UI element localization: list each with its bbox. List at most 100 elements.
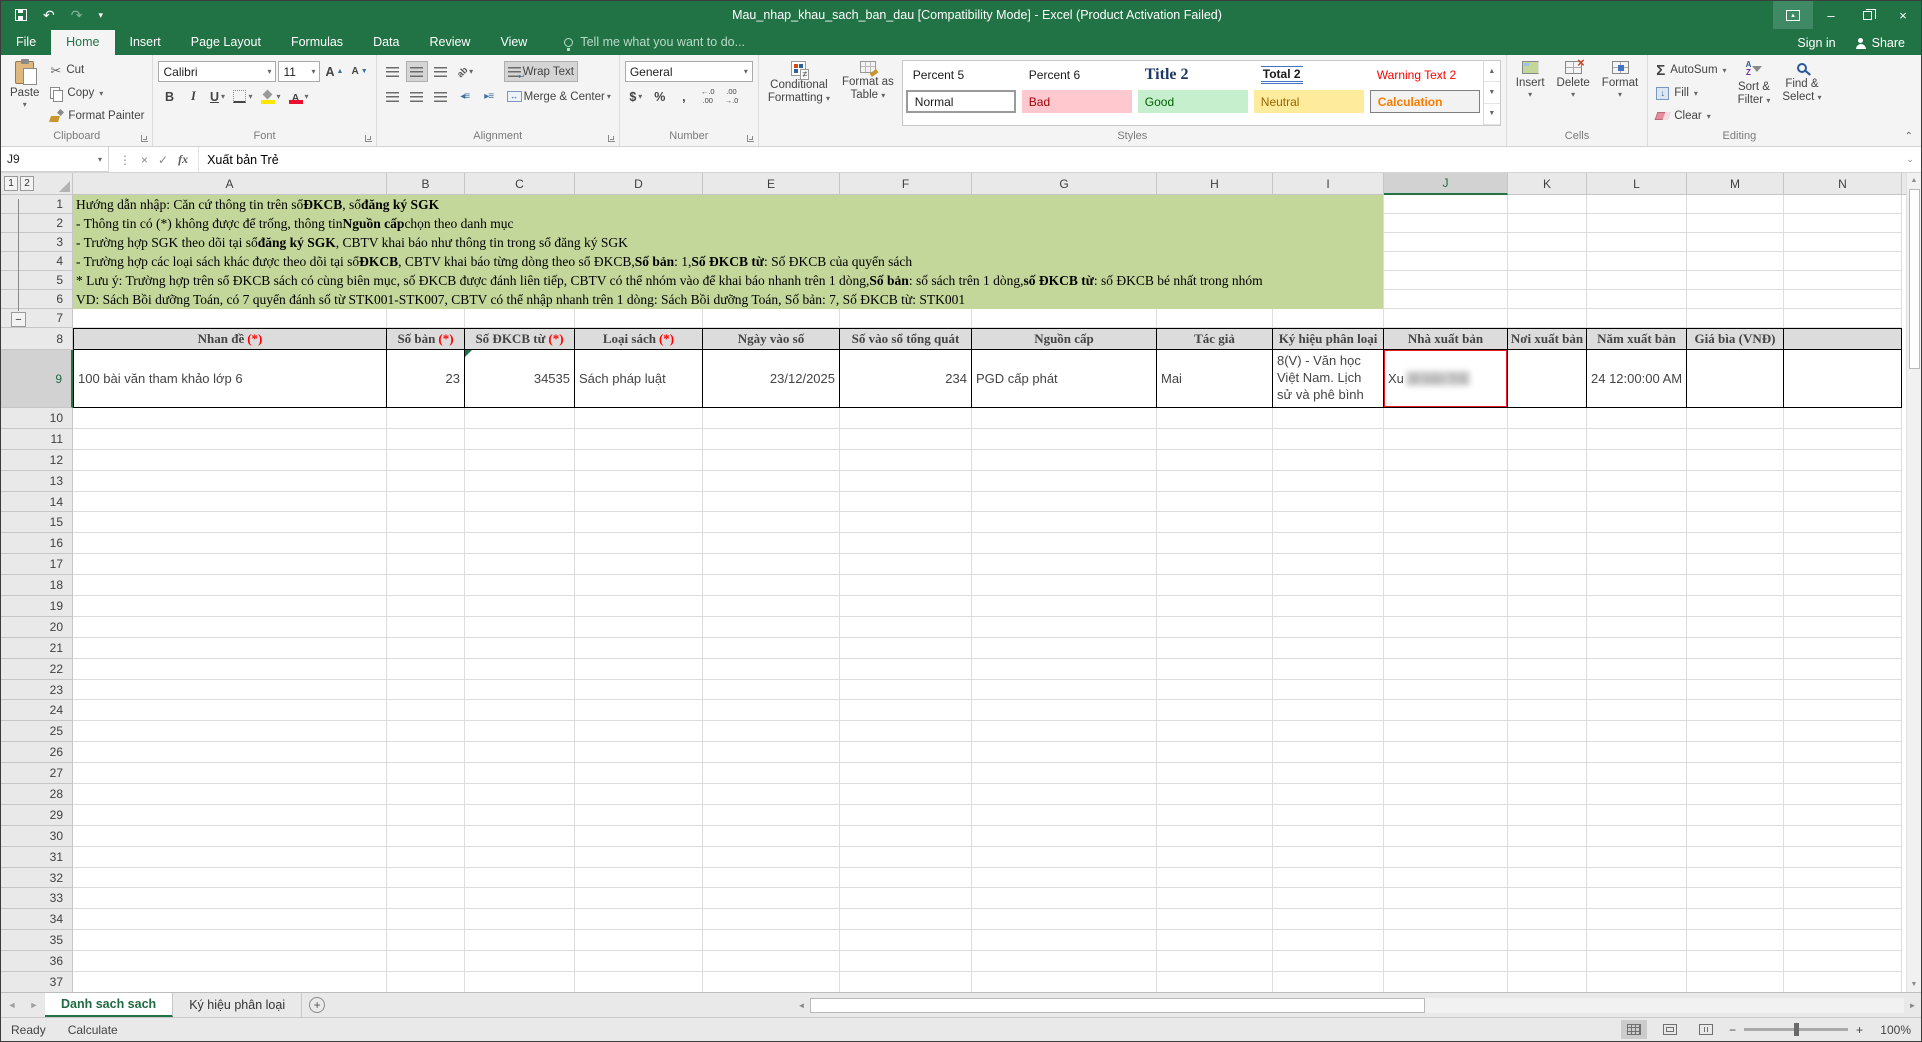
insert-function-button[interactable]: fx <box>178 152 188 167</box>
row-header-5[interactable]: 5 <box>1 271 73 290</box>
cell-L5[interactable] <box>1587 271 1687 290</box>
tab-formulas[interactable]: Formulas <box>276 30 358 55</box>
cell-I9[interactable]: 8(V) - Văn học Việt Nam. Lịch sử và phê … <box>1273 350 1384 408</box>
row-header-3[interactable]: 3 <box>1 233 73 252</box>
cell-E23[interactable] <box>703 680 840 701</box>
row-header-18[interactable]: 18 <box>1 575 73 596</box>
instruction-line-5[interactable]: * Lưu ý: Trường hợp trên sổ ĐKCB sách có… <box>73 271 1384 290</box>
cell-B37[interactable] <box>387 972 465 992</box>
style-percent-6[interactable]: Percent 6 <box>1022 63 1132 86</box>
cell-A29[interactable] <box>73 805 387 826</box>
cell-B24[interactable] <box>387 700 465 721</box>
cell-K37[interactable] <box>1508 972 1587 992</box>
cell-N4[interactable] <box>1784 252 1902 271</box>
cell-A32[interactable] <box>73 868 387 889</box>
bold-button[interactable]: B <box>158 86 180 107</box>
cell-K23[interactable] <box>1508 680 1587 701</box>
cell-M27[interactable] <box>1687 763 1784 784</box>
cell-I26[interactable] <box>1273 742 1384 763</box>
zoom-slider[interactable] <box>1744 1028 1848 1031</box>
cell-A19[interactable] <box>73 596 387 617</box>
cell-I17[interactable] <box>1273 554 1384 575</box>
cell-I19[interactable] <box>1273 596 1384 617</box>
row-header-9[interactable]: 9 <box>1 350 73 408</box>
cell-L16[interactable] <box>1587 533 1687 554</box>
cell-E30[interactable] <box>703 826 840 847</box>
cell-E24[interactable] <box>703 700 840 721</box>
cell-M20[interactable] <box>1687 617 1784 638</box>
cell-K35[interactable] <box>1508 930 1587 951</box>
cell-L22[interactable] <box>1587 659 1687 680</box>
cell-B16[interactable] <box>387 533 465 554</box>
horizontal-scroll-track[interactable] <box>1425 998 1904 1013</box>
column-header-E[interactable]: E <box>703 173 840 195</box>
cell-J16[interactable] <box>1384 533 1508 554</box>
cell-M19[interactable] <box>1687 596 1784 617</box>
decrease-indent-button[interactable]: ◂≡ <box>454 86 476 107</box>
format-painter-button[interactable]: Format Painter <box>47 106 147 126</box>
cell-B32[interactable] <box>387 868 465 889</box>
alignment-dialog-launcher[interactable] <box>608 135 615 142</box>
cell-A21[interactable] <box>73 638 387 659</box>
cell-H23[interactable] <box>1157 680 1273 701</box>
cell-L1[interactable] <box>1587 195 1687 214</box>
cell-M29[interactable] <box>1687 805 1784 826</box>
align-left-button[interactable] <box>382 86 404 107</box>
column-header-F[interactable]: F <box>840 173 972 195</box>
cell-D7[interactable] <box>575 309 703 328</box>
row-header-12[interactable]: 12 <box>1 450 73 471</box>
cell-I33[interactable] <box>1273 888 1384 909</box>
cell-G27[interactable] <box>972 763 1157 784</box>
cell-E7[interactable] <box>703 309 840 328</box>
tab-file[interactable]: File <box>1 30 51 55</box>
cell-L24[interactable] <box>1587 700 1687 721</box>
cell-J24[interactable] <box>1384 700 1508 721</box>
cell-C27[interactable] <box>465 763 575 784</box>
cell-N19[interactable] <box>1784 596 1902 617</box>
gallery-scroll-down[interactable]: ▼ <box>1484 82 1500 103</box>
cell-J32[interactable] <box>1384 868 1508 889</box>
save-icon[interactable] <box>15 9 27 21</box>
cell-J21[interactable] <box>1384 638 1508 659</box>
cell-N6[interactable] <box>1784 290 1902 309</box>
cell-B13[interactable] <box>387 471 465 492</box>
cell-K19[interactable] <box>1508 596 1587 617</box>
increase-decimal-button[interactable]: ←.0.00 <box>697 86 719 107</box>
vertical-scroll-thumb[interactable] <box>1909 189 1920 369</box>
cell-C34[interactable] <box>465 909 575 930</box>
cell-D13[interactable] <box>575 471 703 492</box>
orientation-button[interactable]: ab▾ <box>454 61 477 82</box>
wrap-text-button[interactable]: Wrap Text <box>504 61 578 82</box>
cell-D21[interactable] <box>575 638 703 659</box>
collapse-ribbon-button[interactable]: ⌃ <box>1897 131 1921 146</box>
cell-J37[interactable] <box>1384 972 1508 992</box>
cell-K13[interactable] <box>1508 471 1587 492</box>
row-header-10[interactable]: 10 <box>1 408 73 429</box>
cell-J5[interactable] <box>1384 271 1508 290</box>
cell-B35[interactable] <box>387 930 465 951</box>
align-middle-button[interactable] <box>406 61 428 82</box>
row-header-11[interactable]: 11 <box>1 429 73 450</box>
cell-A30[interactable] <box>73 826 387 847</box>
cell-I35[interactable] <box>1273 930 1384 951</box>
cell-M18[interactable] <box>1687 575 1784 596</box>
column-header-K[interactable]: K <box>1508 173 1587 195</box>
cell-J9[interactable]: Xuất bản Trẻ▾ <box>1384 350 1508 408</box>
column-header-G[interactable]: G <box>972 173 1157 195</box>
cell-C29[interactable] <box>465 805 575 826</box>
cell-F19[interactable] <box>840 596 972 617</box>
cell-M24[interactable] <box>1687 700 1784 721</box>
cell-N3[interactable] <box>1784 233 1902 252</box>
cell-H30[interactable] <box>1157 826 1273 847</box>
row-header-37[interactable]: 37 <box>1 972 73 992</box>
scroll-right-button[interactable]: ► <box>1904 997 1921 1014</box>
cell-F37[interactable] <box>840 972 972 992</box>
cell-L11[interactable] <box>1587 429 1687 450</box>
merge-center-button[interactable]: ↔ Merge & Center ▾ <box>504 86 614 107</box>
conditional-formatting-button[interactable]: ConditionalFormatting ▾ <box>762 57 836 129</box>
cell-I21[interactable] <box>1273 638 1384 659</box>
cell-G15[interactable] <box>972 512 1157 533</box>
cell-B19[interactable] <box>387 596 465 617</box>
row-header-26[interactable]: 26 <box>1 742 73 763</box>
cell-J34[interactable] <box>1384 909 1508 930</box>
